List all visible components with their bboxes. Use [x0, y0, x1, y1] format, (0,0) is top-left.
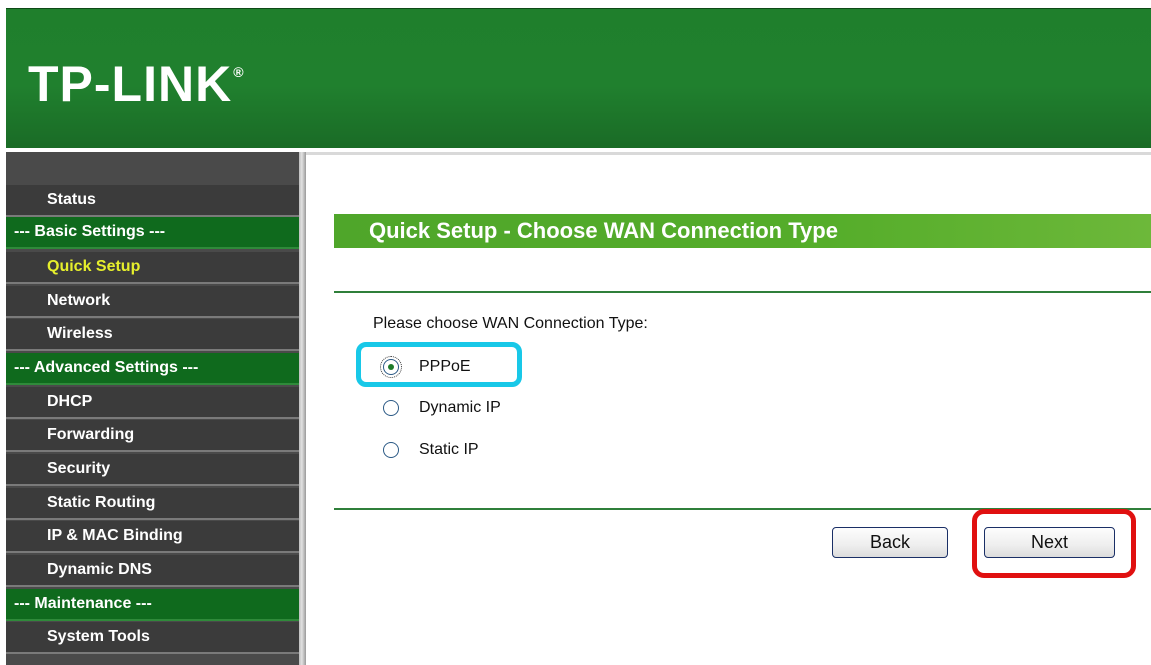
content-top-border: [306, 152, 1151, 155]
next-highlight-annotation: [972, 509, 1136, 578]
radio-dynamic-ip[interactable]: [383, 400, 399, 416]
top-strip: [0, 0, 1151, 8]
sidebar-item-label: Status: [47, 191, 96, 208]
sidebar-item-label: IP & MAC Binding: [47, 527, 183, 544]
sidebar-divider: [299, 152, 306, 665]
sidebar-item-system-tools[interactable]: System Tools: [6, 622, 299, 654]
registered-mark: ®: [233, 64, 245, 80]
sidebar-item-label: Security: [47, 460, 111, 477]
sidebar-item-dynamic-dns[interactable]: Dynamic DNS: [6, 555, 299, 587]
back-button[interactable]: Back: [832, 527, 948, 558]
divider-top: [334, 291, 1151, 293]
sidebar-item-label: Network: [47, 292, 111, 309]
logo-text: TP-LINK: [28, 56, 233, 112]
sidebar-item-network[interactable]: Network: [6, 286, 299, 318]
option-static-ip-label: Static IP: [419, 441, 479, 458]
header-banner: TP-LINK®: [6, 8, 1151, 148]
sidebar-item-ip-mac-binding[interactable]: IP & MAC Binding: [6, 521, 299, 553]
sidebar-item-label: Static Routing: [47, 494, 156, 511]
page-title: Quick Setup - Choose WAN Connection Type: [334, 214, 1151, 248]
sidebar-item-label: Dynamic DNS: [47, 561, 152, 578]
sidebar-item-quick-setup[interactable]: Quick Setup: [6, 252, 299, 284]
sidebar-item-wireless[interactable]: Wireless: [6, 319, 299, 351]
option-dynamic-ip[interactable]: Dynamic IP: [383, 396, 501, 420]
pppoe-highlight-annotation: [356, 342, 522, 387]
sidebar-item-label: --- Maintenance ---: [14, 595, 152, 612]
sidebar-item-label: --- Advanced Settings ---: [14, 359, 199, 376]
sidebar-item-label: Wireless: [47, 325, 113, 342]
sidebar-section-maintenance: --- Maintenance ---: [6, 589, 299, 621]
sidebar-item-label: Quick Setup: [47, 258, 141, 275]
tp-link-logo: TP-LINK®: [28, 59, 245, 109]
sidebar-item-label: --- Basic Settings ---: [14, 223, 166, 240]
sidebar-item-label: Forwarding: [47, 426, 135, 443]
wan-type-prompt: Please choose WAN Connection Type:: [373, 315, 648, 332]
option-static-ip[interactable]: Static IP: [383, 438, 479, 462]
sidebar-item-security[interactable]: Security: [6, 454, 299, 486]
option-dynamic-ip-label: Dynamic IP: [419, 399, 501, 416]
sidebar-item-label: System Tools: [47, 628, 150, 645]
sidebar-item-dhcp[interactable]: DHCP: [6, 387, 299, 419]
sidebar-item-status[interactable]: Status: [6, 185, 299, 217]
radio-static-ip[interactable]: [383, 442, 399, 458]
sidebar-item-static-routing[interactable]: Static Routing: [6, 488, 299, 520]
sidebar-section-basic-settings: --- Basic Settings ---: [6, 217, 299, 249]
sidebar-section-advanced-settings: --- Advanced Settings ---: [6, 353, 299, 385]
sidebar-item-forwarding[interactable]: Forwarding: [6, 420, 299, 452]
sidebar-item-label: DHCP: [47, 393, 93, 410]
